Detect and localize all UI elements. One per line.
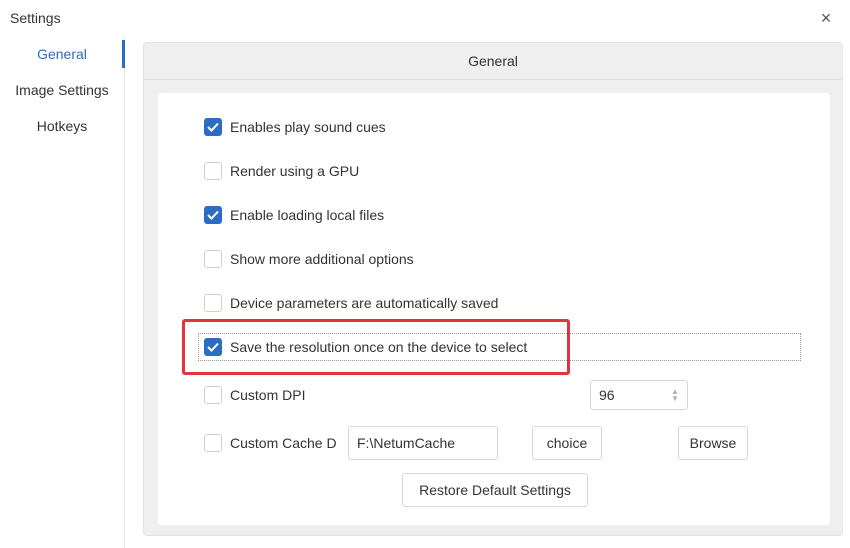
option-label: Enable loading local files [230, 207, 385, 223]
checkbox[interactable] [204, 294, 222, 312]
custom-dpi-label: Custom DPI [230, 387, 306, 403]
panel-header: General [144, 43, 842, 80]
sidebar-item-label: Image Settings [15, 82, 109, 98]
highlight-annotation [182, 319, 570, 375]
option-label: Render using a GPU [230, 163, 360, 179]
sidebar-item-image-settings[interactable]: Image Settings [0, 72, 124, 108]
custom-cache-row[interactable]: Custom Cache D [204, 431, 337, 455]
general-panel: General Enables play sound cues Render u… [143, 42, 843, 536]
restore-default-settings-button[interactable]: Restore Default Settings [402, 473, 588, 507]
sidebar-item-label: Hotkeys [36, 118, 88, 134]
custom-cache-label: Custom Cache D [230, 435, 337, 451]
option-label: Enables play sound cues [230, 119, 386, 135]
option-row[interactable]: Show more additional options [204, 247, 414, 271]
sidebar-item-hotkeys[interactable]: Hotkeys [0, 108, 124, 144]
settings-window: Settings × General Image Settings Hotkey… [0, 0, 850, 548]
close-icon[interactable]: × [816, 8, 836, 28]
checkbox[interactable] [204, 206, 222, 224]
checkmark-icon [207, 210, 219, 220]
dpi-spinbox[interactable]: 96 ▲ ▼ [590, 380, 688, 410]
option-label: Show more additional options [230, 251, 414, 267]
checkbox[interactable] [204, 250, 222, 268]
choice-button[interactable]: choice [532, 426, 602, 460]
panel-body: Enables play sound cues Render using a G… [158, 93, 830, 525]
cache-path-value: F:\NetumCache [357, 435, 456, 451]
sidebar: General Image Settings Hotkeys [0, 36, 125, 548]
cache-path-input[interactable]: F:\NetumCache [348, 426, 498, 460]
checkbox[interactable] [204, 386, 222, 404]
window-title: Settings [10, 10, 61, 26]
option-row[interactable]: Enable loading local files [204, 203, 384, 227]
option-row[interactable]: Render using a GPU [204, 159, 359, 183]
checkbox[interactable] [204, 118, 222, 136]
checkmark-icon [207, 122, 219, 132]
sidebar-item-general[interactable]: General [0, 36, 125, 72]
option-label: Device parameters are automatically save… [230, 295, 499, 311]
checkbox[interactable] [204, 434, 222, 452]
option-row[interactable]: Enables play sound cues [204, 115, 386, 139]
browse-button[interactable]: Browse [678, 426, 748, 460]
sidebar-item-label: General [37, 46, 87, 62]
dpi-value: 96 [599, 387, 615, 403]
checkbox[interactable] [204, 162, 222, 180]
option-row[interactable]: Device parameters are automatically save… [204, 291, 498, 315]
custom-dpi-row[interactable]: Custom DPI [204, 383, 305, 407]
spinner-arrows-icon[interactable]: ▲ ▼ [669, 388, 681, 403]
